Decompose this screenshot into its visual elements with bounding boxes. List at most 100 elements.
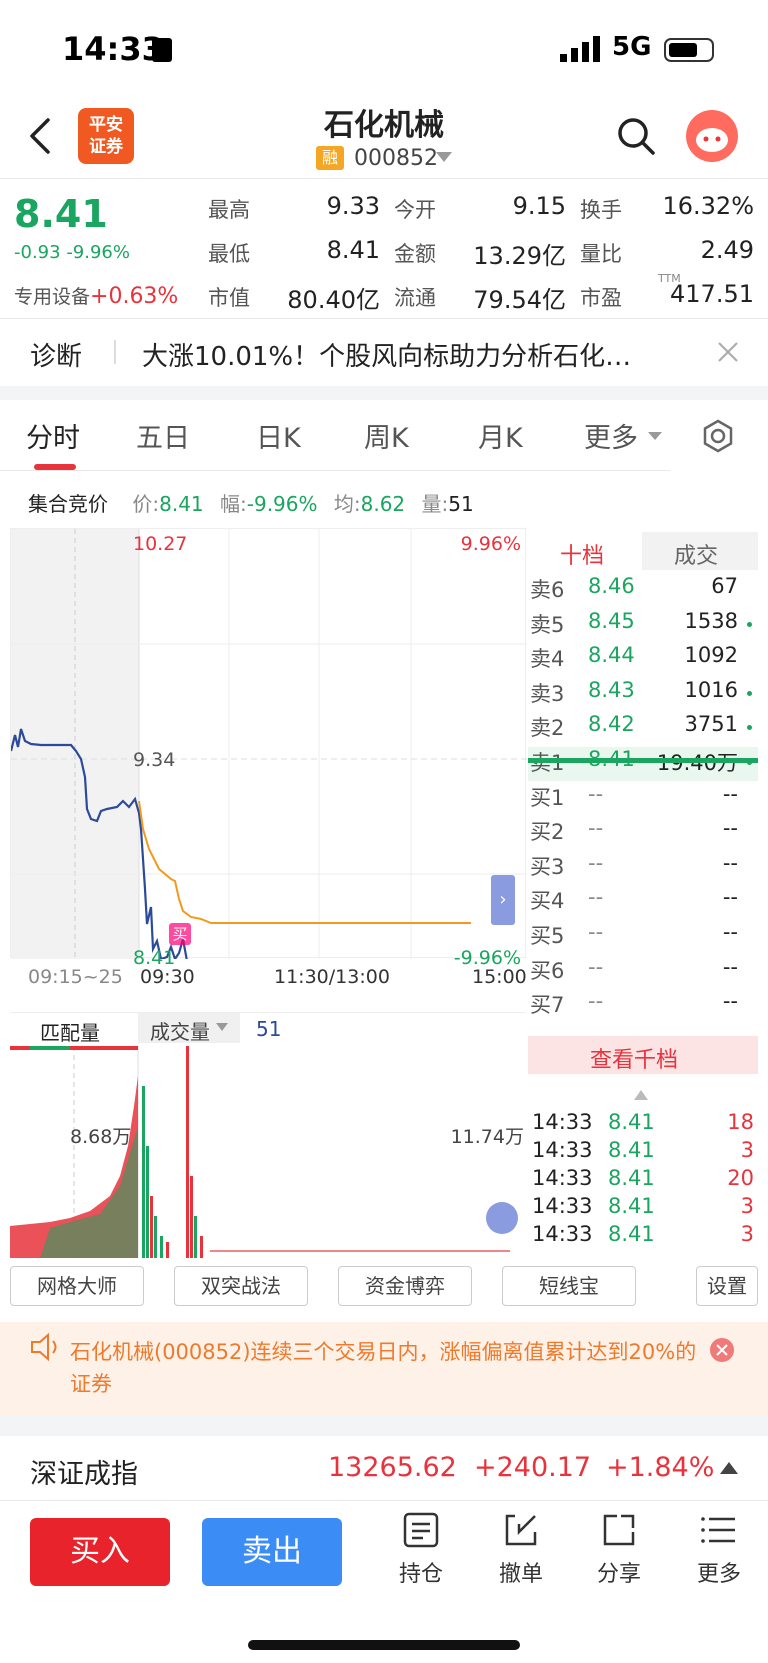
level-volume: 1538 bbox=[684, 608, 738, 633]
timeshare-chart[interactable]: 10.27 9.96% 9.34 8.41 -9.96% 买 › bbox=[10, 528, 527, 969]
field-value: 417.51 bbox=[670, 280, 754, 308]
tool-grid-master[interactable]: 网格大师 bbox=[10, 1266, 144, 1306]
order-book-row[interactable]: 买2 -- -- bbox=[528, 816, 758, 850]
tick-time: 14:33 bbox=[532, 1166, 593, 1190]
level-price: -- bbox=[588, 920, 604, 944]
margin-tag: 融 bbox=[316, 146, 344, 170]
level-volume: -- bbox=[722, 816, 738, 841]
order-book-row[interactable]: 买6 -- -- bbox=[528, 955, 758, 989]
tab-trades[interactable]: 成交 bbox=[642, 532, 758, 570]
level-volume: 1092 bbox=[684, 643, 738, 668]
volume-tab-dropdown[interactable]: 成交量 bbox=[138, 1013, 240, 1044]
caret-down-icon bbox=[216, 1023, 228, 1031]
tab-month-k[interactable]: 月K bbox=[478, 416, 523, 455]
tick-price: 8.41 bbox=[608, 1222, 655, 1246]
level-price: 8.45 bbox=[588, 608, 635, 633]
positions-icon bbox=[403, 1512, 439, 1548]
tool-double-break[interactable]: 双突战法 bbox=[174, 1266, 308, 1306]
order-book-row[interactable]: 买5 -- -- bbox=[528, 920, 758, 954]
tick-time: 14:33 bbox=[532, 1110, 593, 1134]
tool-settings[interactable]: 设置 bbox=[696, 1266, 758, 1306]
positions-button[interactable]: 持仓 bbox=[386, 1510, 456, 1588]
home-indicator bbox=[248, 1640, 520, 1650]
order-book-row[interactable]: 买4 -- -- bbox=[528, 885, 758, 919]
chevron-down-icon[interactable] bbox=[646, 430, 664, 442]
order-book-row[interactable]: 卖4 8.44 1092 bbox=[528, 643, 758, 677]
order-book-row[interactable]: 卖5 8.45 1538 bbox=[528, 609, 758, 643]
x-axis: 09:15~25 09:30 11:30/13:00 15:00 bbox=[10, 960, 527, 1010]
divider bbox=[0, 178, 768, 179]
menu-icon bbox=[701, 1517, 735, 1543]
tab-more[interactable]: 更多 bbox=[584, 416, 638, 455]
level-volume: -- bbox=[722, 954, 738, 979]
fullscreen-icon[interactable] bbox=[486, 1202, 518, 1234]
tab-timeshare[interactable]: 分时 bbox=[26, 416, 80, 455]
volume-chart[interactable]: 8.68万 11.74万 bbox=[10, 1046, 526, 1258]
tick-volume: 18 bbox=[727, 1110, 754, 1134]
tool-fund-game[interactable]: 资金博弈 bbox=[338, 1266, 472, 1306]
field-label: 金额 bbox=[394, 242, 436, 266]
tab-week-k[interactable]: 周K bbox=[364, 416, 409, 455]
more-button[interactable]: 更多 bbox=[684, 1510, 754, 1588]
level-price: -- bbox=[588, 989, 604, 1014]
level-label: 卖2 bbox=[530, 716, 565, 741]
index-change: +240.17 bbox=[474, 1452, 592, 1483]
stock-code[interactable]: 000852 bbox=[354, 146, 438, 171]
chart-tabs: 分时 五日 日K 周K 月K 更多 bbox=[0, 400, 768, 470]
level-label: 卖4 bbox=[530, 647, 565, 672]
diagnosis-bar[interactable]: 诊断 大涨10.01%！个股风向标助力分析石化… bbox=[0, 322, 768, 384]
order-book-row[interactable]: 卖2 8.42 3751 bbox=[528, 712, 758, 746]
tab-five-day[interactable]: 五日 bbox=[136, 416, 190, 455]
separator bbox=[114, 340, 116, 364]
settings-icon[interactable] bbox=[700, 418, 736, 454]
volume-bars-svg bbox=[10, 1046, 510, 1258]
order-book-row[interactable]: 卖3 8.43 1016 bbox=[528, 678, 758, 712]
change-dot bbox=[747, 690, 752, 696]
field-label: 今开 bbox=[394, 198, 436, 222]
sector-info[interactable]: 专用设备+0.63% bbox=[14, 282, 178, 309]
tick-price: 8.41 bbox=[608, 1138, 655, 1162]
order-book-row[interactable]: 买3 -- -- bbox=[528, 851, 758, 885]
share-icon bbox=[603, 1514, 635, 1546]
view-thousand-levels-button[interactable]: 查看千档 bbox=[528, 1036, 758, 1074]
x-label: 11:30/13:00 bbox=[274, 966, 390, 988]
caret-down-icon[interactable] bbox=[436, 152, 452, 164]
level-volume: 67 bbox=[711, 574, 738, 598]
expand-panel-button[interactable]: › bbox=[491, 875, 515, 925]
order-book-row[interactable]: 买7 -- -- bbox=[528, 989, 758, 1023]
notice-banner[interactable]: 石化机械(000852)连续三个交易日内，涨幅偏离值累计达到20%的证券 bbox=[0, 1322, 768, 1416]
order-book-row[interactable]: 卖18.4119.40万 bbox=[528, 747, 758, 781]
sell-button[interactable]: 卖出 bbox=[202, 1518, 342, 1586]
y-label-top-pct: 9.96% bbox=[460, 533, 521, 555]
notice-text: 石化机械(000852)连续三个交易日内，涨幅偏离值累计达到20%的证券 bbox=[70, 1340, 697, 1396]
close-icon[interactable] bbox=[710, 1338, 734, 1362]
volume-value: 51 bbox=[256, 1017, 282, 1041]
divider bbox=[0, 318, 768, 319]
tick-volume: 20 bbox=[727, 1166, 754, 1190]
tab-day-k[interactable]: 日K bbox=[256, 416, 301, 455]
caret-up-icon[interactable] bbox=[720, 1462, 738, 1476]
caret-up-icon[interactable] bbox=[634, 1090, 648, 1100]
tick-volume: 3 bbox=[740, 1222, 754, 1246]
diagnosis-text: 大涨10.01%！个股风向标助力分析石化… bbox=[142, 342, 632, 372]
assistant-avatar[interactable] bbox=[686, 110, 738, 162]
tick-volume: 3 bbox=[740, 1138, 754, 1162]
order-book-row[interactable]: 买1 -- -- bbox=[528, 782, 758, 816]
diagnosis-label: 诊断 bbox=[30, 342, 83, 372]
close-icon[interactable] bbox=[716, 340, 740, 364]
x-label: 09:30 bbox=[140, 966, 195, 988]
cancel-order-button[interactable]: 撤单 bbox=[486, 1510, 556, 1588]
order-book-row[interactable]: 卖6 8.46 67 bbox=[528, 574, 758, 608]
level-price: -- bbox=[588, 816, 604, 841]
index-ticker[interactable]: 深证成指 13265.62 +240.17 +1.84% bbox=[0, 1440, 768, 1500]
search-icon[interactable] bbox=[616, 116, 656, 156]
field-value: 9.33 bbox=[326, 192, 380, 220]
buy-button[interactable]: 买入 bbox=[30, 1518, 170, 1586]
tab-ten-levels[interactable]: 十档 bbox=[528, 532, 642, 570]
buy-marker[interactable]: 买 bbox=[169, 923, 191, 945]
level-label: 卖5 bbox=[530, 612, 565, 637]
tool-short-line[interactable]: 短线宝 bbox=[502, 1266, 636, 1306]
tick-time: 14:33 bbox=[532, 1194, 593, 1218]
level-price: 8.42 bbox=[588, 712, 635, 737]
share-button[interactable]: 分享 bbox=[584, 1510, 654, 1588]
